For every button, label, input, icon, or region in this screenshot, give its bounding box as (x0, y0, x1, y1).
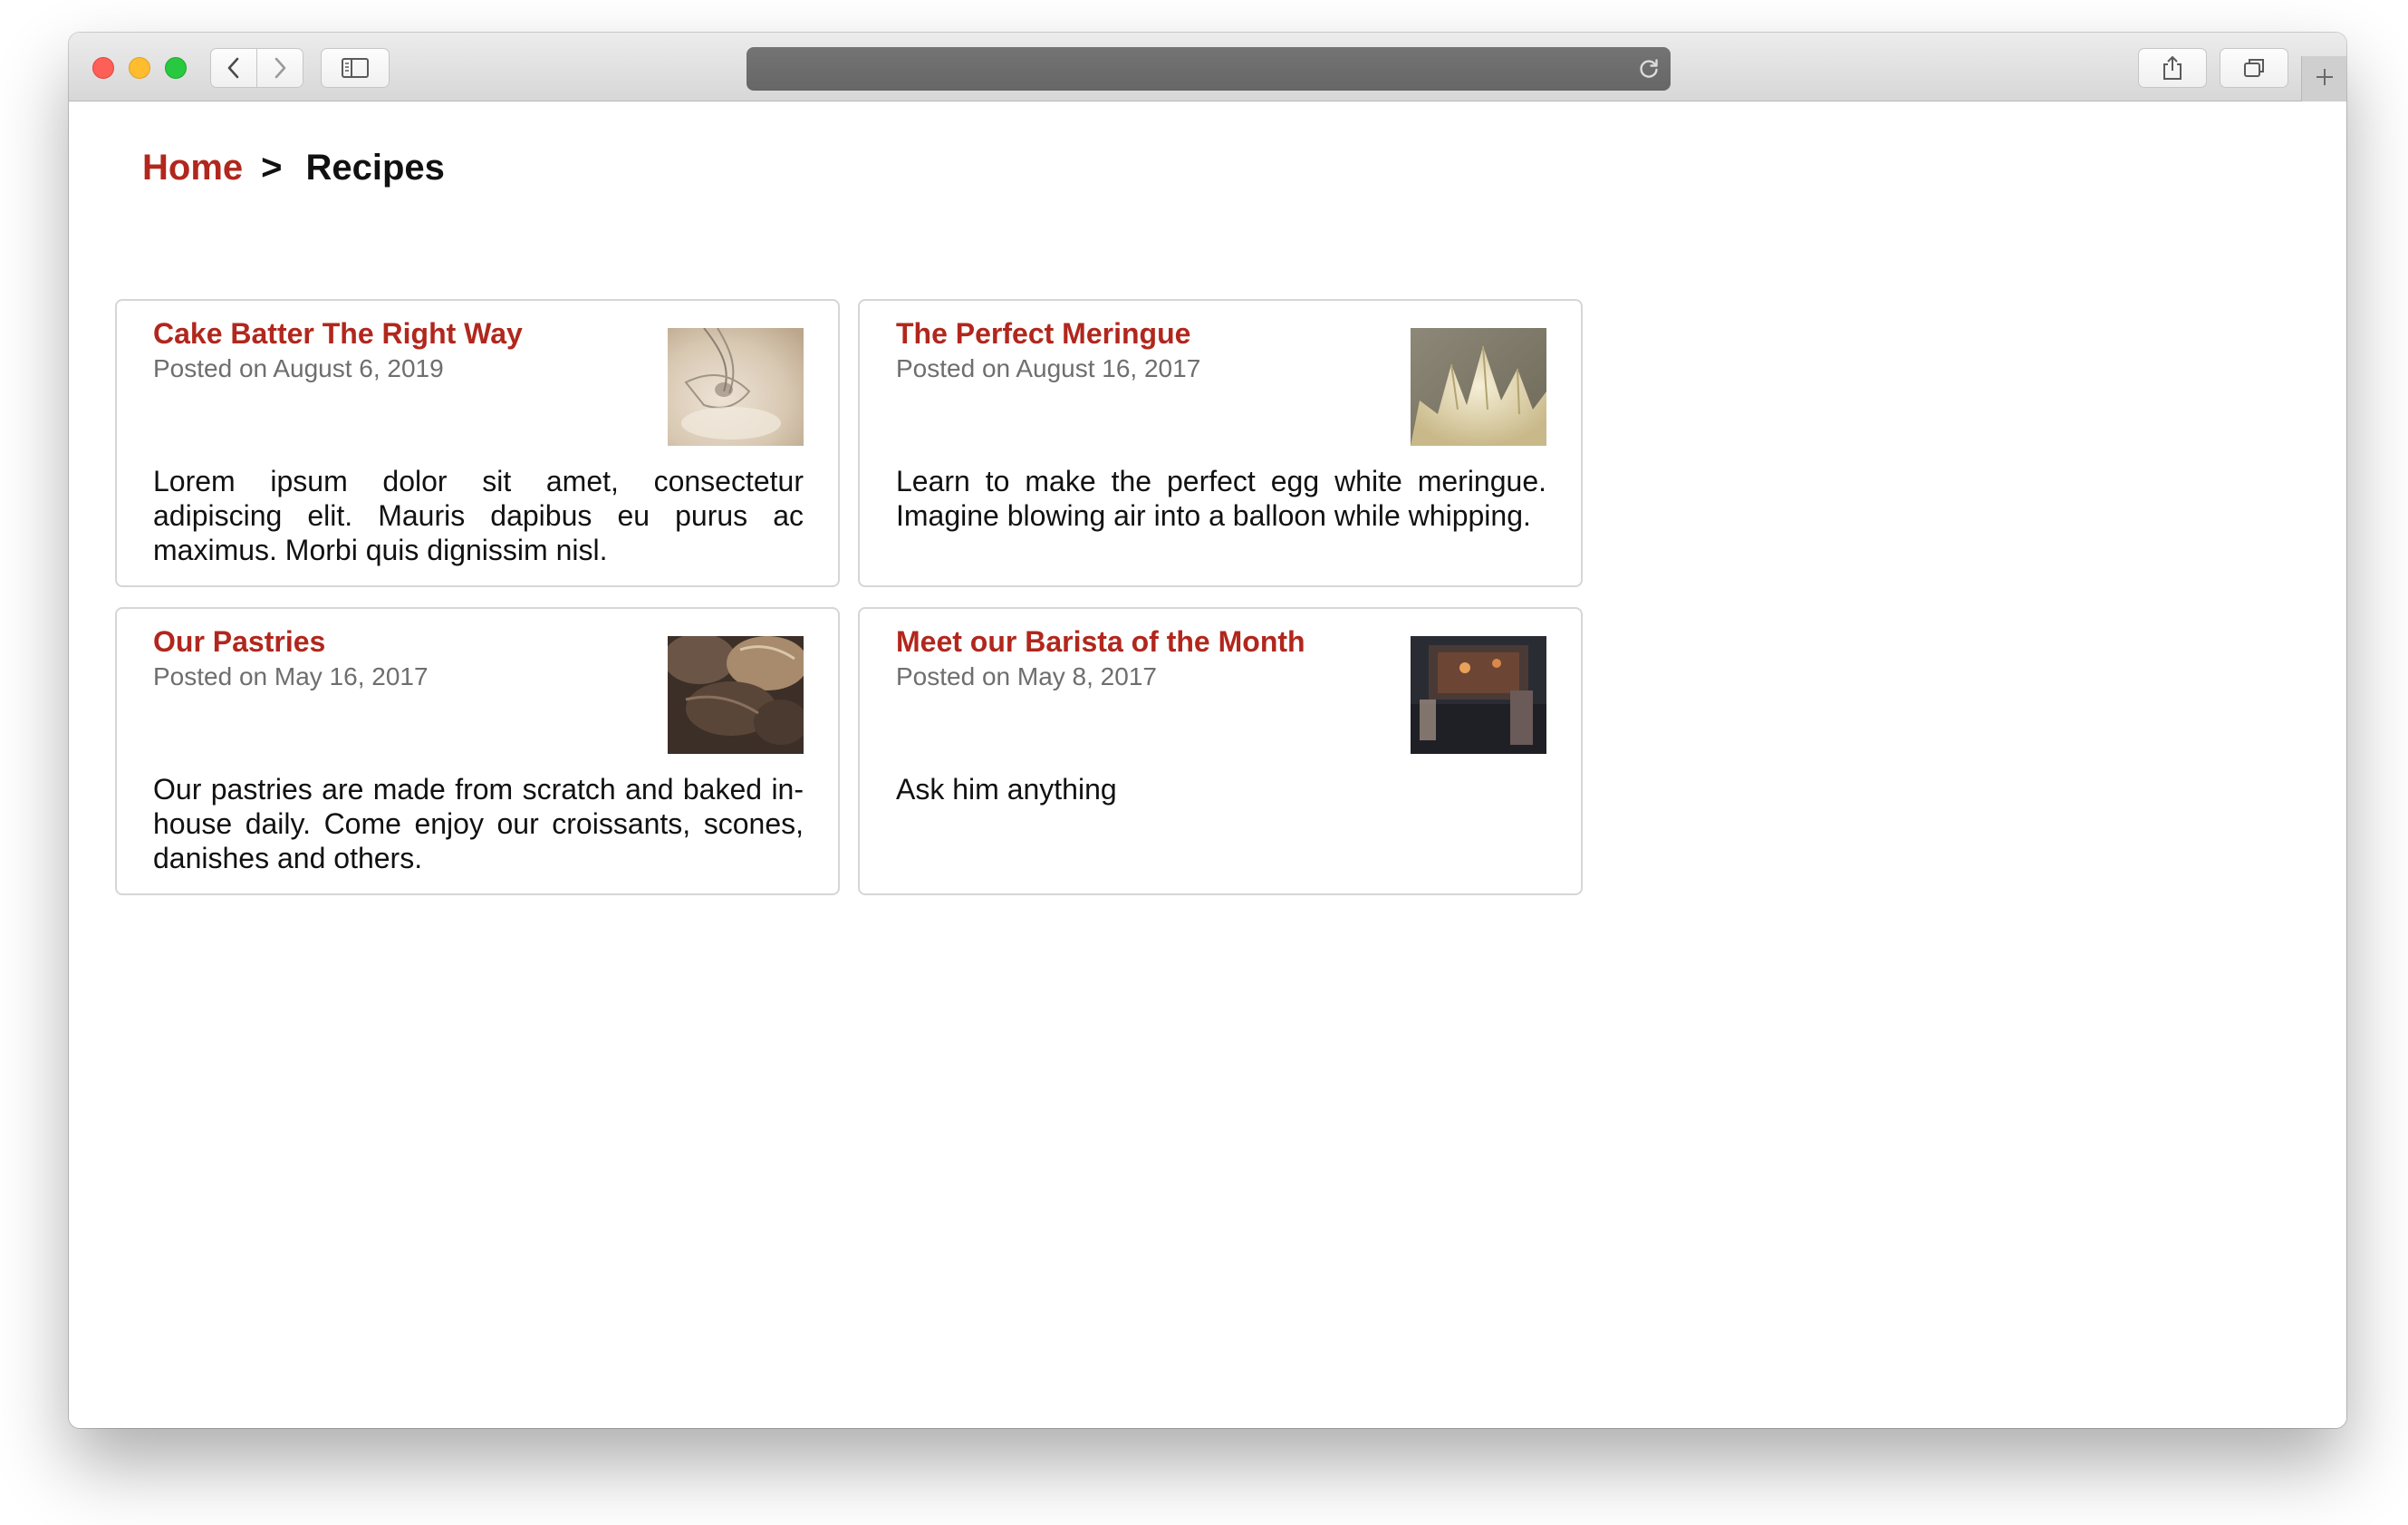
address-bar[interactable] (746, 47, 1671, 91)
forward-button[interactable] (256, 48, 303, 88)
breadcrumb-current: Recipes (305, 148, 445, 188)
close-window-button[interactable] (92, 57, 114, 79)
breadcrumb: Home > Recipes (142, 146, 445, 189)
chevron-right-icon (271, 56, 289, 80)
post-title-link[interactable]: The Perfect Meringue (896, 315, 1190, 352)
post-thumbnail[interactable] (1411, 636, 1546, 754)
post-title-link[interactable]: Our Pastries (153, 623, 325, 660)
back-button[interactable] (210, 48, 257, 88)
new-tab-button[interactable] (2301, 56, 2346, 101)
post-excerpt: Ask him anything (896, 773, 1117, 806)
post-date: Posted on May 16, 2017 (153, 662, 429, 690)
post-excerpt: Our pastries are made from scratch and b… (153, 773, 804, 874)
post-title-link[interactable]: Cake Batter The Right Way (153, 315, 523, 352)
reload-icon[interactable] (1636, 56, 1662, 82)
post-thumbnail[interactable] (668, 328, 804, 446)
sidebar-toggle-button[interactable] (321, 48, 390, 88)
post-date: Posted on May 8, 2017 (896, 662, 1157, 690)
post-card[interactable]: Meet our Barista of the Month Posted on … (858, 607, 1583, 895)
chevron-left-icon (225, 56, 243, 80)
tab-overview-button[interactable] (2220, 48, 2288, 88)
zoom-window-button[interactable] (165, 57, 187, 79)
share-icon (2160, 54, 2185, 82)
post-date: Posted on August 6, 2019 (153, 354, 444, 382)
post-card[interactable]: Cake Batter The Right Way Posted on Augu… (115, 299, 840, 587)
desktop-background: Home > Recipes Cake Batter The Right Way P… (0, 0, 2408, 1525)
post-thumbnail[interactable] (1411, 328, 1546, 446)
breadcrumb-separator: > (261, 148, 283, 188)
page-content: Home > Recipes Cake Batter The Right Way P… (69, 101, 2346, 1428)
plus-icon (2314, 66, 2336, 92)
tabs-overview-icon (2241, 56, 2267, 80)
post-title-link[interactable]: Meet our Barista of the Month (896, 623, 1305, 660)
browser-toolbar (69, 33, 2346, 101)
post-thumbnail[interactable] (668, 636, 804, 754)
post-excerpt: Lorem ipsum dolor sit amet, consectetur … (153, 465, 804, 566)
browser-window: Home > Recipes Cake Batter The Right Way P… (69, 33, 2346, 1428)
post-card[interactable]: Our Pastries Posted on May 16, 2017 Our … (115, 607, 840, 895)
breadcrumb-home-link[interactable]: Home (142, 148, 243, 188)
post-excerpt: Learn to make the perfect egg white meri… (896, 465, 1546, 532)
post-date: Posted on August 16, 2017 (896, 354, 1201, 382)
minimize-window-button[interactable] (129, 57, 150, 79)
post-card[interactable]: The Perfect Meringue Posted on August 16… (858, 299, 1583, 587)
share-button[interactable] (2138, 48, 2207, 88)
sidebar-icon (341, 57, 370, 79)
